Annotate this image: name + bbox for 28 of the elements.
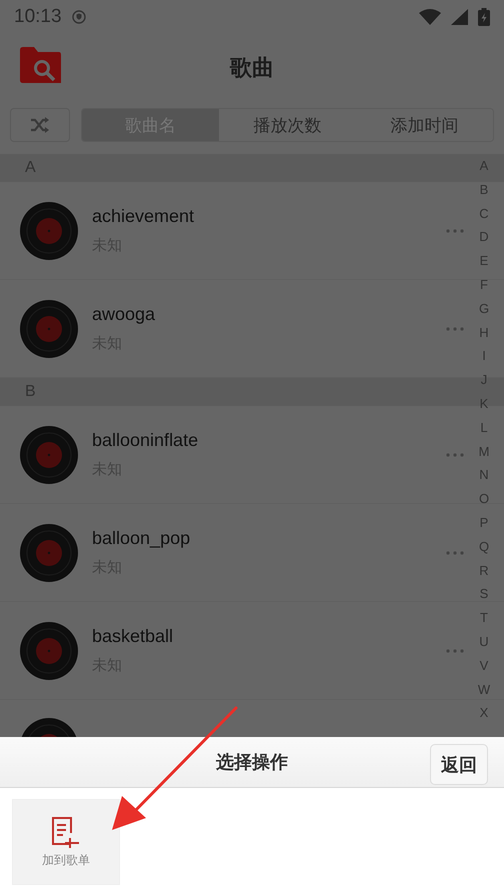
status-time: 10:13: [14, 6, 62, 28]
shuffle-button[interactable]: [10, 108, 70, 142]
song-title: awooga: [92, 304, 156, 325]
vinyl-disc-icon: [20, 524, 78, 582]
song-title: achievement: [92, 206, 196, 227]
song-title: ballooninflate: [92, 430, 200, 451]
back-button[interactable]: 返回: [430, 744, 488, 785]
wifi-icon: [419, 9, 441, 25]
vinyl-disc-icon: [20, 622, 78, 680]
more-icon[interactable]: [446, 648, 464, 652]
more-icon[interactable]: [446, 550, 464, 554]
vinyl-disc-icon: [20, 300, 78, 358]
shuffle-icon: [30, 117, 50, 133]
page-title: 歌曲: [230, 55, 274, 83]
signal-icon: [451, 9, 468, 25]
more-icon[interactable]: [446, 228, 464, 232]
more-icon[interactable]: [446, 326, 464, 330]
list-plus-icon: [50, 816, 82, 848]
add-to-playlist-button[interactable]: 加到歌单: [12, 799, 120, 885]
vinyl-disc-icon: [20, 426, 78, 484]
song-title: basketball: [92, 626, 174, 647]
vinyl-disc-icon: [20, 202, 78, 260]
more-icon[interactable]: [446, 452, 464, 456]
folder-search-icon[interactable]: [20, 47, 62, 85]
shield-icon: [72, 10, 86, 24]
sheet-title: 选择操作: [216, 751, 288, 774]
battery-icon: [478, 8, 490, 26]
song-title: balloon_pop: [92, 528, 192, 549]
